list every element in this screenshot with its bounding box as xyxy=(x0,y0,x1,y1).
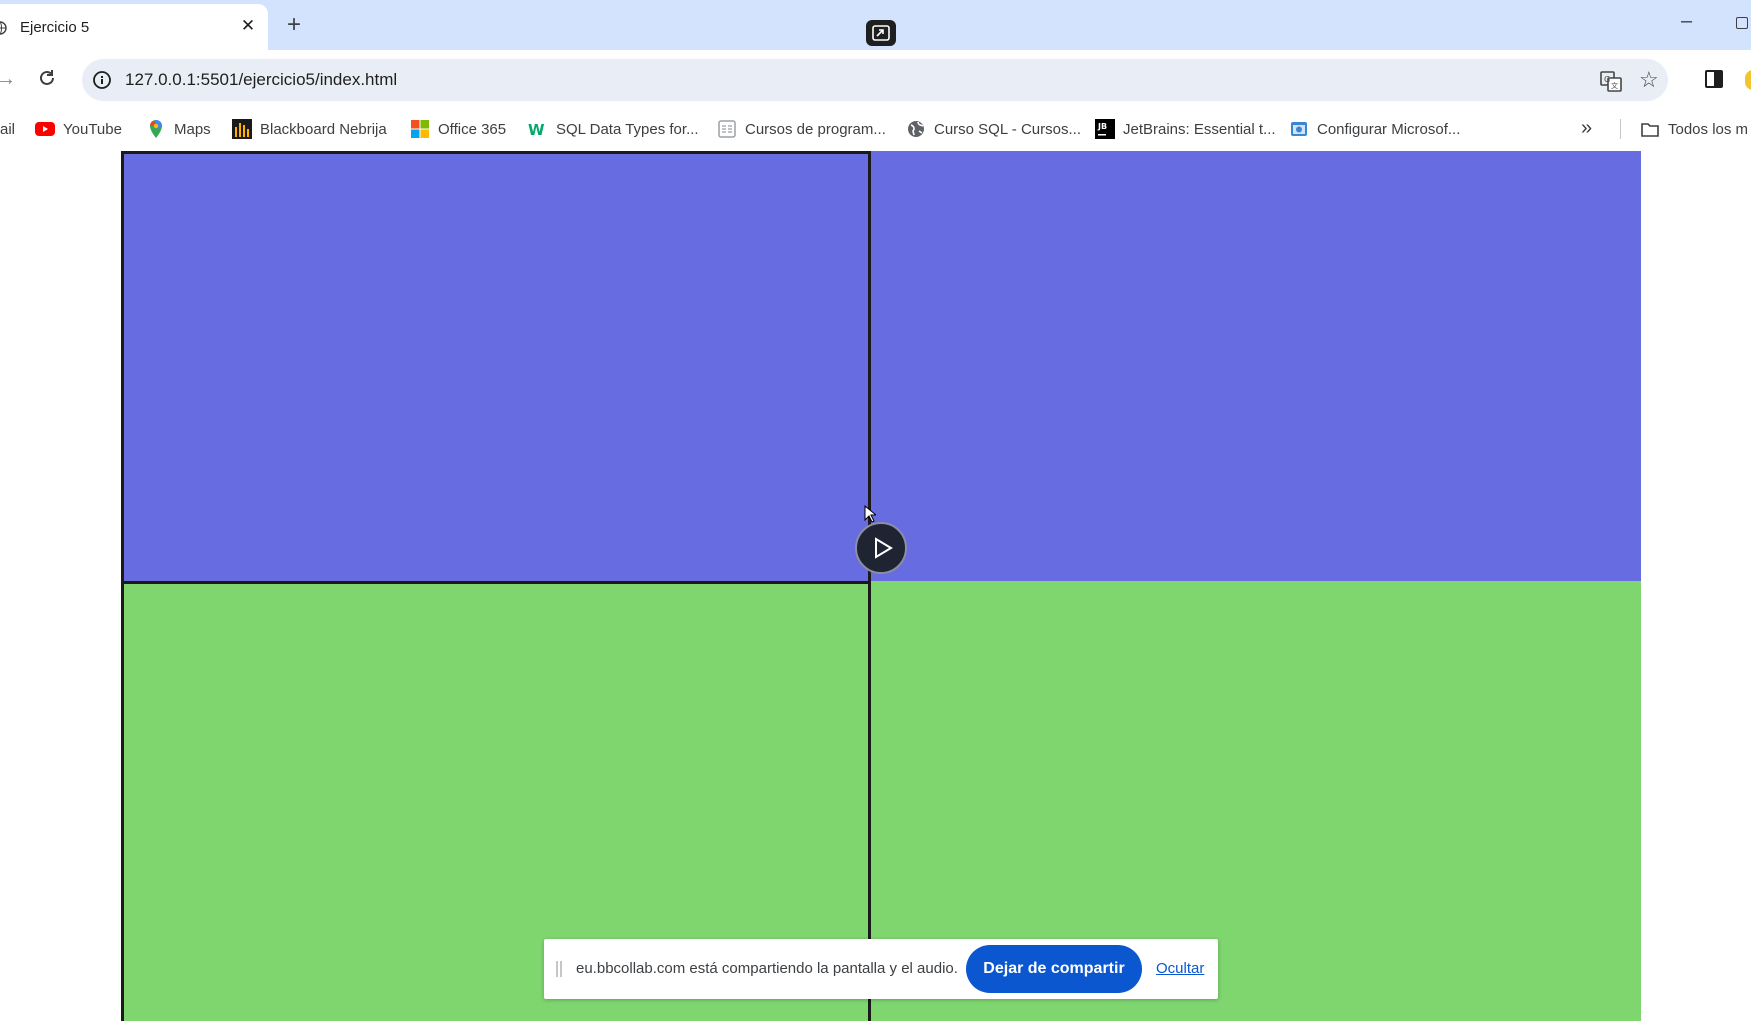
screen-share-indicator[interactable] xyxy=(866,20,896,46)
bookmark-gmail[interactable]: ail xyxy=(0,109,15,149)
page-icon xyxy=(717,119,737,139)
share-message: eu.bbcollab.com está compartiendo la pan… xyxy=(576,960,958,977)
hide-link[interactable]: Ocultar xyxy=(1156,960,1204,977)
microsoft-icon xyxy=(410,119,430,139)
stop-sharing-button[interactable]: Dejar de compartir xyxy=(966,945,1142,993)
tab-strip: Ejercicio 5 ✕ + – xyxy=(0,0,1751,50)
bookmark-label: Cursos de program... xyxy=(745,120,886,138)
close-tab-icon[interactable]: ✕ xyxy=(238,16,258,36)
bookmark-folder-all[interactable]: Todos los m xyxy=(1640,109,1748,149)
blue-box-top-right xyxy=(871,151,1641,581)
globe-icon xyxy=(0,21,7,35)
blue-box-top-left xyxy=(121,151,871,584)
jetbrains-icon: JB xyxy=(1095,119,1115,139)
play-button[interactable] xyxy=(855,522,907,574)
maps-icon xyxy=(146,119,166,139)
bookmark-label: ail xyxy=(0,120,16,138)
bookmark-folder-label: Todos los m xyxy=(1668,120,1749,138)
minimize-window-button[interactable]: – xyxy=(1681,11,1699,32)
maximize-window-button[interactable] xyxy=(1736,17,1748,29)
bookmark-label: Configurar Microsof... xyxy=(1317,120,1461,138)
bookmark-blackboard[interactable]: Blackboard Nebrija xyxy=(232,109,387,149)
bookmark-configurar-microsoft[interactable]: Configurar Microsof... xyxy=(1289,109,1460,149)
drag-handle-icon[interactable] xyxy=(556,961,562,977)
bookmark-label: Blackboard Nebrija xyxy=(260,120,387,138)
bookmark-cursos-programacion[interactable]: Cursos de program... xyxy=(717,109,886,149)
bookmark-maps[interactable]: Maps xyxy=(146,109,211,149)
site-info-icon[interactable] xyxy=(92,70,112,90)
address-bar[interactable]: 127.0.0.1:5501/ejercicio5/index.html G 文… xyxy=(82,59,1668,101)
bookmark-curso-sql[interactable]: Curso SQL - Cursos... xyxy=(906,109,1081,149)
w3schools-icon: W xyxy=(528,119,548,139)
mouse-cursor-icon xyxy=(864,505,876,523)
tab-ejercicio5[interactable]: Ejercicio 5 ✕ xyxy=(0,4,268,50)
youtube-icon xyxy=(35,119,55,139)
bookmark-label: SQL Data Types for... xyxy=(556,120,699,138)
blackboard-icon xyxy=(232,119,252,139)
edge-icon xyxy=(1289,119,1309,139)
bookmark-label: Office 365 xyxy=(438,120,507,138)
profile-avatar[interactable] xyxy=(1745,70,1751,90)
screen-share-notification: eu.bbcollab.com está compartiendo la pan… xyxy=(544,939,1218,999)
tab-title: Ejercicio 5 xyxy=(20,19,90,36)
svg-text:G: G xyxy=(1604,75,1610,84)
bookmark-sql-data-types[interactable]: W SQL Data Types for... xyxy=(528,109,699,149)
bookmarks-separator xyxy=(1620,119,1621,139)
bookmark-youtube[interactable]: YouTube xyxy=(35,109,122,149)
forward-icon[interactable]: → xyxy=(0,68,16,91)
browser-toolbar: → 127.0.0.1:5501/ejercicio5/index.html G… xyxy=(0,50,1751,109)
bookmark-label: Curso SQL - Cursos... xyxy=(934,120,1081,138)
bookmark-star-icon[interactable]: ☆ xyxy=(1639,67,1659,93)
bookmark-label: Maps xyxy=(174,120,211,138)
chevron-double-right-icon[interactable]: » xyxy=(1581,117,1592,140)
screen-share-icon xyxy=(872,25,890,41)
svg-text:文: 文 xyxy=(1611,81,1618,90)
svg-text:JB: JB xyxy=(1097,122,1107,131)
bookmark-office365[interactable]: Office 365 xyxy=(410,109,506,149)
new-tab-button[interactable]: + xyxy=(282,13,306,37)
bookmark-label: JetBrains: Essential t... xyxy=(1123,120,1276,138)
page-viewport xyxy=(0,149,1751,1021)
bookmarks-bar: ail YouTube Maps Blackboard Nebrija Offi… xyxy=(0,109,1751,149)
svg-text:W: W xyxy=(528,121,545,139)
globe-icon xyxy=(906,119,926,139)
play-icon xyxy=(875,537,893,559)
url-text[interactable]: 127.0.0.1:5501/ejercicio5/index.html xyxy=(125,70,397,90)
translate-icon[interactable]: G 文 xyxy=(1600,70,1622,92)
side-panel-icon[interactable] xyxy=(1705,70,1723,88)
bookmark-label: YouTube xyxy=(63,120,122,138)
reload-icon[interactable] xyxy=(36,67,58,89)
bookmark-jetbrains[interactable]: JB JetBrains: Essential t... xyxy=(1095,109,1276,149)
folder-icon xyxy=(1640,119,1660,139)
